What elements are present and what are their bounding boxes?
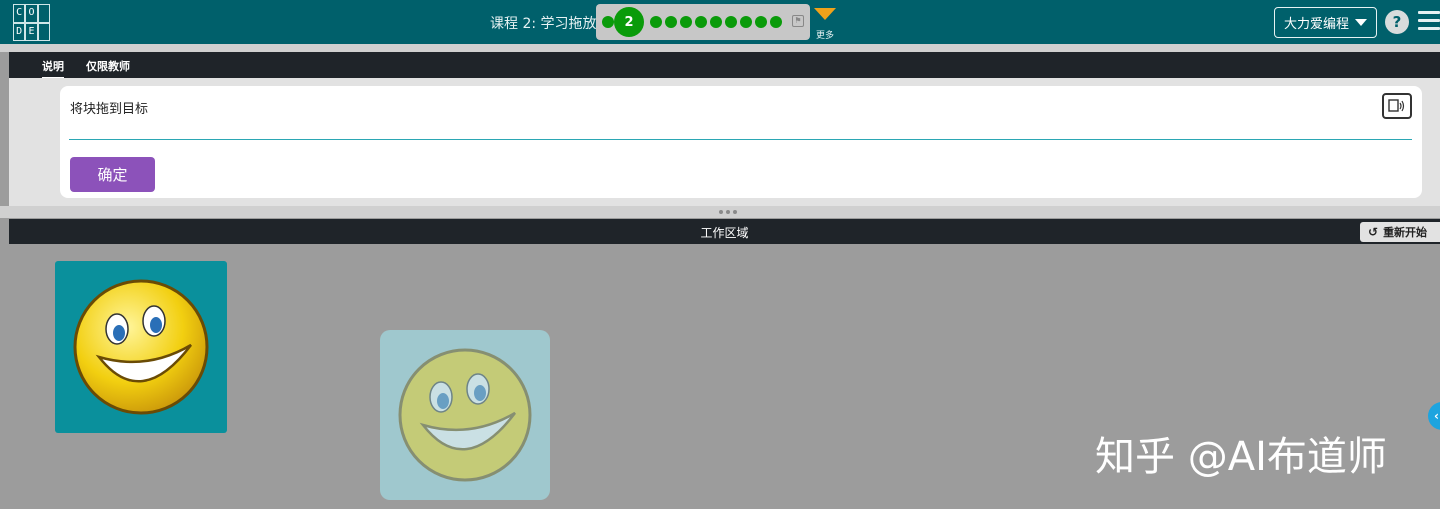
logo-letter: E — [25, 22, 38, 41]
more-levels-toggle[interactable]: 更多 — [812, 8, 838, 42]
level-dot[interactable] — [725, 16, 737, 28]
restart-button[interactable]: ↺ 重新开始 — [1360, 222, 1440, 242]
level-dot[interactable] — [710, 16, 722, 28]
code-logo[interactable]: C O D E — [13, 4, 50, 41]
hamburger-menu-icon[interactable] — [1418, 11, 1440, 31]
tab-instructions[interactable]: 说明 — [42, 58, 64, 79]
lesson-title[interactable]: 课程 2: 学习拖放 — [490, 13, 597, 33]
level-dot[interactable] — [680, 16, 692, 28]
user-menu-button[interactable]: 大力爱编程 — [1274, 7, 1377, 38]
level-dot[interactable] — [602, 16, 614, 28]
chevron-down-icon — [814, 8, 836, 20]
logo-letter — [37, 4, 50, 23]
draggable-block[interactable] — [55, 261, 227, 433]
logo-letter — [37, 22, 50, 41]
smiley-face-icon — [73, 279, 209, 415]
level-dot[interactable] — [650, 16, 662, 28]
caret-down-icon — [1355, 19, 1367, 26]
ok-button[interactable]: 确定 — [70, 157, 155, 192]
smiley-face-icon — [398, 348, 532, 482]
logo-letter: C — [13, 4, 26, 23]
level-progress: 2 ⚑ — [596, 4, 810, 40]
tab-teacher-only[interactable]: 仅限教师 — [86, 58, 130, 74]
logo-letter: D — [13, 22, 26, 41]
top-header: C O D E 课程 2: 学习拖放 2 ⚑ 更多 大力爱编程 ? — [0, 0, 1440, 44]
workspace-header: 工作区域 — [9, 219, 1440, 244]
instructions-tabbar: 说明 仅限教师 — [9, 52, 1440, 79]
level-dot[interactable] — [695, 16, 707, 28]
instruction-text: 将块拖到目标 — [70, 102, 149, 117]
level-dot[interactable] — [755, 16, 767, 28]
watermark: 知乎 @AI布道师 — [1095, 434, 1387, 480]
resizer-handle-icon[interactable] — [719, 210, 737, 214]
instructions-card: 将块拖到目标 确定 — [60, 86, 1422, 198]
help-icon[interactable]: ? — [1385, 10, 1409, 34]
header-gap — [0, 44, 1440, 52]
more-label: 更多 — [815, 31, 834, 41]
level-dot[interactable] — [665, 16, 677, 28]
panel-resizer[interactable] — [0, 206, 1440, 218]
level-dot[interactable] — [770, 16, 782, 28]
level-dot[interactable] — [740, 16, 752, 28]
restart-icon: ↺ — [1368, 225, 1379, 239]
drop-target[interactable] — [380, 330, 550, 500]
restart-label: 重新开始 — [1383, 226, 1428, 239]
workspace-title: 工作区域 — [700, 226, 749, 240]
speaker-icon — [1388, 99, 1405, 112]
text-to-speech-icon[interactable] — [1382, 93, 1412, 119]
logo-letter: O — [25, 4, 38, 23]
user-name: 大力爱编程 — [1283, 17, 1349, 32]
current-level-dot[interactable]: 2 — [614, 7, 644, 37]
instruction-divider — [69, 139, 1412, 140]
flag-icon[interactable]: ⚑ — [792, 15, 804, 27]
